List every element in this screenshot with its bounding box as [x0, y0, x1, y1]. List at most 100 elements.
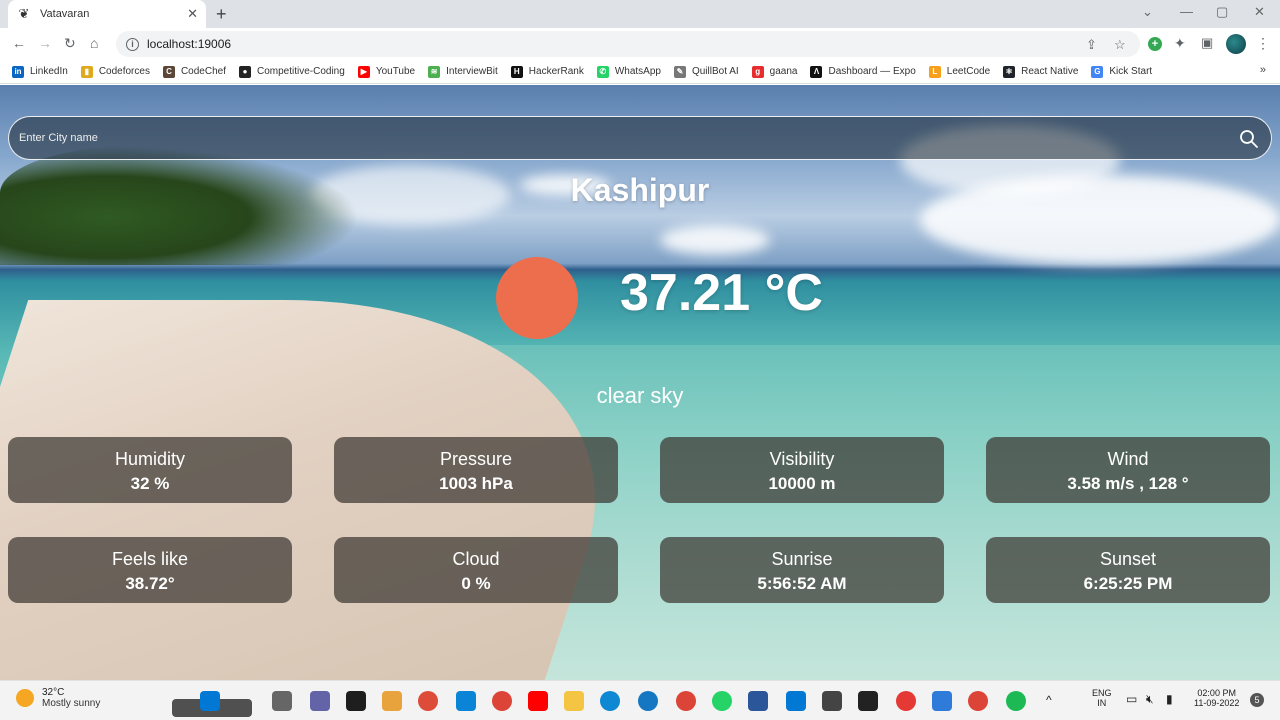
- tab-title: Vatavaran: [40, 8, 90, 20]
- clock[interactable]: 02:00 PM 11-09-2022: [1194, 688, 1239, 708]
- side-panel-icon[interactable]: ▣: [1201, 35, 1213, 51]
- figma-icon[interactable]: [858, 691, 878, 711]
- file-explorer-icon[interactable]: [564, 691, 584, 711]
- youtube-icon[interactable]: [528, 691, 548, 711]
- vscode-icon[interactable]: [786, 691, 806, 711]
- weather-sun-icon: [496, 257, 578, 339]
- bookmark-item[interactable]: ✆ WhatsApp: [596, 65, 661, 78]
- teams-icon[interactable]: [310, 691, 330, 711]
- bookmark-label: LeetCode: [946, 66, 991, 77]
- tray-chevron-icon[interactable]: ^: [1046, 693, 1052, 707]
- weather-description: clear sky: [596, 383, 684, 408]
- search-icon[interactable]: [1239, 129, 1259, 149]
- whatsapp-icon[interactable]: [712, 691, 732, 711]
- bookmark-favicon-icon: ⚛: [1003, 65, 1016, 78]
- chrome-profile-icon[interactable]: [492, 691, 512, 711]
- minimize-icon[interactable]: —: [1180, 4, 1193, 19]
- bookmark-star-icon[interactable]: ☆: [1114, 37, 1126, 53]
- tab-vatavaran[interactable]: ❦ Vatavaran ✕: [8, 0, 206, 28]
- volume-muted-icon[interactable]: 🔇︎: [1146, 692, 1154, 707]
- city-search-input[interactable]: [19, 132, 1271, 144]
- word-icon[interactable]: [748, 691, 768, 711]
- bookmark-label: Codeforces: [98, 66, 150, 77]
- edge-icon[interactable]: [600, 691, 620, 711]
- start-icon[interactable]: [200, 691, 220, 711]
- profile-avatar[interactable]: [1226, 34, 1246, 54]
- bookmark-item[interactable]: G Kick Start: [1091, 65, 1152, 78]
- chrome-icon[interactable]: [968, 691, 988, 711]
- notification-badge[interactable]: 5: [1250, 693, 1264, 707]
- bookmark-item[interactable]: g gaana: [751, 65, 797, 78]
- bookmark-item[interactable]: in LinkedIn: [12, 65, 68, 78]
- battery-icon[interactable]: ▮: [1166, 692, 1173, 706]
- clock-date: 11-09-2022: [1194, 698, 1240, 708]
- extensions-icon[interactable]: ✦: [1174, 35, 1186, 52]
- stat-value: 6:25:25 PM: [1083, 574, 1173, 593]
- bookmark-favicon-icon: ▶: [357, 65, 370, 78]
- chrome-active-icon[interactable]: [676, 691, 696, 711]
- stat-label: Humidity: [114, 449, 185, 469]
- bookmark-item[interactable]: ▮ Codeforces: [80, 65, 150, 78]
- bookmark-item[interactable]: ≋ InterviewBit: [428, 65, 498, 78]
- bookmark-label: HackerRank: [528, 66, 584, 77]
- bookmark-item[interactable]: ▶ YouTube: [357, 65, 415, 78]
- bookmark-item[interactable]: ● Competitive-Coding: [238, 65, 345, 78]
- bookmark-favicon-icon: G: [1091, 65, 1104, 78]
- stat-label: Pressure: [439, 449, 513, 469]
- bookmark-item[interactable]: Λ Dashboard — Expo: [810, 65, 916, 78]
- l-app-icon[interactable]: [456, 691, 476, 711]
- stat-card-sunrise: Sunrise 5:56:52 AM: [660, 537, 944, 603]
- windows-taskbar: 32°C Mostly sunny ^ ENG IN ▭ 🔇︎ ▮ 02:00 …: [0, 680, 1280, 720]
- taskbar-weather-widget[interactable]: 32°C Mostly sunny: [16, 687, 100, 709]
- app-icon[interactable]: [822, 691, 842, 711]
- stat-card-wind: Wind 3.58 m/s , 128 °: [986, 437, 1270, 503]
- todo-icon[interactable]: [896, 691, 916, 711]
- temperature: 37.21 °C: [620, 264, 823, 322]
- more-bookmarks-icon[interactable]: »: [1260, 64, 1266, 76]
- site-info-icon[interactable]: i: [126, 37, 139, 51]
- bookmark-favicon-icon: C: [162, 65, 175, 78]
- maximize-icon[interactable]: ▢: [1216, 4, 1228, 20]
- home-icon[interactable]: ⌂: [90, 35, 98, 51]
- stat-card-pressure: Pressure 1003 hPa: [334, 437, 618, 503]
- city-search-bar: [8, 116, 1272, 160]
- spotify-icon[interactable]: [1006, 691, 1026, 711]
- bookmark-label: Dashboard — Expo: [828, 66, 916, 77]
- bookmark-label: LinkedIn: [30, 66, 68, 77]
- bookmark-favicon-icon: ≋: [428, 65, 441, 78]
- extension-green-icon[interactable]: +: [1148, 37, 1162, 51]
- bookmark-favicon-icon: in: [12, 65, 24, 78]
- bookmark-item[interactable]: C CodeChef: [162, 65, 226, 78]
- new-tab-icon[interactable]: +: [216, 4, 227, 25]
- app-icon[interactable]: [382, 691, 402, 711]
- language-indicator[interactable]: ENG IN: [1092, 688, 1112, 708]
- bookmark-label: WhatsApp: [614, 66, 661, 77]
- background-cloud: [660, 225, 770, 255]
- bookmark-label: CodeChef: [180, 66, 226, 77]
- browser-toolbar: ← → ↻ ⌂ i localhost:19006 ⇪ ☆: [0, 28, 1280, 60]
- bookmark-favicon-icon: ✎: [673, 65, 686, 78]
- back-icon[interactable]: ←: [12, 35, 26, 51]
- close-tab-icon[interactable]: ✕: [187, 6, 198, 22]
- chrome-icon[interactable]: [418, 691, 438, 711]
- bookmark-item[interactable]: ✎ QuillBot AI: [673, 65, 739, 78]
- task-view-icon[interactable]: [272, 691, 292, 711]
- bookmark-item[interactable]: H HackerRank: [510, 65, 584, 78]
- menu-kebab-icon[interactable]: ⋮: [1256, 35, 1270, 52]
- close-window-icon[interactable]: ✕: [1254, 4, 1265, 20]
- address-bar[interactable]: i localhost:19006 ⇪ ☆: [116, 31, 1140, 57]
- bookmark-item[interactable]: ⚛ React Native: [1003, 65, 1078, 78]
- reload-icon[interactable]: ↻: [64, 35, 76, 52]
- bookmark-item[interactable]: L LeetCode: [928, 65, 991, 78]
- todo-check-icon[interactable]: [932, 691, 952, 711]
- sunny-icon: [16, 689, 34, 707]
- tab-search-icon[interactable]: ⌄: [1142, 4, 1153, 20]
- network-icon[interactable]: ▭: [1126, 692, 1137, 706]
- app-favicon-icon: ❦: [18, 6, 30, 21]
- terminal-icon[interactable]: [346, 691, 366, 711]
- share-icon[interactable]: ⇪: [1086, 37, 1097, 53]
- city-name: Kashipur: [570, 172, 710, 208]
- app-icon[interactable]: [638, 691, 658, 711]
- bookmark-label: QuillBot AI: [691, 66, 739, 77]
- forward-icon[interactable]: →: [38, 35, 52, 51]
